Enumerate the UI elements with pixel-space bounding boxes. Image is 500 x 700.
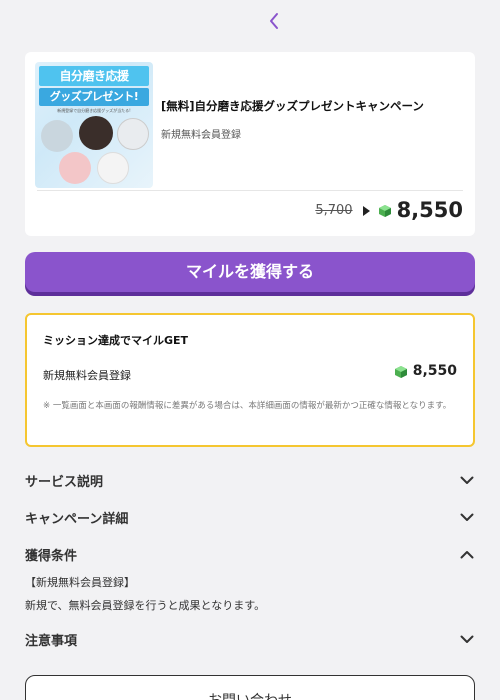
chevron-left-icon — [268, 12, 280, 34]
mission-item-points: 8,550 — [394, 363, 457, 379]
gem-icon — [378, 205, 391, 217]
gem-icon — [394, 366, 407, 378]
accordion-service[interactable]: サービス説明 — [25, 468, 475, 492]
accordion-campaign[interactable]: キャンペーン詳細 — [25, 505, 475, 529]
card-divider — [37, 190, 463, 191]
conditions-text: 新規で、無料会員登録を行うと成果となります。 — [25, 599, 266, 612]
thumbnail-heading: 自分磨き応援 — [39, 66, 149, 86]
thumbnail-subheading: グッズプレゼント! — [39, 88, 149, 106]
thumbnail-photo — [59, 152, 91, 184]
offer-card[interactable]: 自分磨き応援 グッズプレゼント! 新規登録で自分磨き応援グッズが当たる! [無料… — [25, 52, 475, 236]
accordion-label: 獲得条件 — [25, 548, 78, 564]
contact-label: お問い合わせ — [208, 690, 292, 700]
play-arrow-icon — [362, 206, 370, 216]
thumbnail-photo — [117, 118, 149, 150]
mission-box: ミッション達成でマイルGET 新規無料会員登録 8,550 ※ 一覧画面と本画面… — [25, 313, 475, 447]
points-row: 5,700 8,550 — [315, 198, 463, 222]
get-miles-button[interactable]: マイルを獲得する — [25, 252, 475, 292]
thumbnail-photo — [41, 120, 73, 152]
mission-points-value: 8,550 — [412, 363, 457, 379]
mission-item-label: 新規無料会員登録 — [43, 369, 131, 382]
accordion-notes[interactable]: 注意事項 — [25, 627, 475, 651]
chevron-down-icon — [459, 509, 475, 525]
contact-button[interactable]: お問い合わせ — [25, 675, 475, 700]
offer-subtitle: 新規無料会員登録 — [161, 130, 241, 141]
accordion-conditions[interactable]: 獲得条件 — [25, 542, 475, 566]
accordion-label: キャンペーン詳細 — [25, 511, 129, 527]
chevron-up-icon — [459, 546, 475, 562]
offer-title: [無料]自分磨き応援グッズプレゼントキャンペーン — [161, 99, 424, 113]
thumbnail-caption: 新規登録で自分磨き応援グッズが当たる! — [57, 108, 131, 113]
conditions-heading: 【新規無料会員登録】 — [25, 576, 135, 589]
chevron-down-icon — [459, 631, 475, 647]
old-points: 5,700 — [315, 202, 353, 218]
thumbnail-photo — [79, 116, 113, 150]
mission-note: ※ 一覧画面と本画面の報酬情報に差異がある場合は、本詳細画面の情報が最新かつ正確… — [43, 401, 452, 411]
accordion-label: 注意事項 — [25, 633, 78, 649]
offer-thumbnail: 自分磨き応援 グッズプレゼント! 新規登録で自分磨き応援グッズが当たる! — [35, 62, 153, 188]
back-button[interactable] — [264, 12, 284, 34]
accordion-label: サービス説明 — [25, 474, 104, 490]
thumbnail-photo — [97, 152, 129, 184]
mission-title: ミッション達成でマイルGET — [43, 334, 189, 347]
chevron-down-icon — [459, 472, 475, 488]
new-points: 8,550 — [396, 198, 463, 222]
